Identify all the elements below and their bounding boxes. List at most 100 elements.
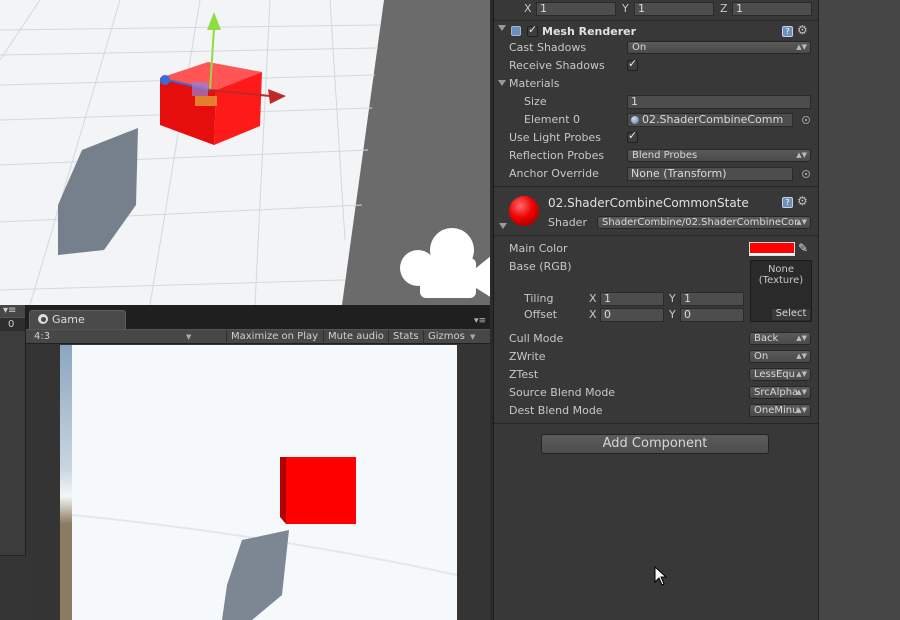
main-color-swatch[interactable] — [749, 242, 795, 256]
eyedropper-icon[interactable]: ✎ — [798, 241, 808, 255]
tiling-x-field[interactable]: 1 — [600, 292, 664, 306]
foldout-icon[interactable] — [498, 80, 506, 86]
scale-x-label: X — [524, 2, 532, 15]
chevron-updown-icon: ▲▼ — [796, 406, 807, 414]
chevron-updown-icon: ▲▼ — [796, 388, 807, 396]
component-title: Mesh Renderer — [542, 25, 637, 38]
scene-viewport-canvas[interactable] — [0, 0, 490, 305]
materials-label: Materials — [509, 77, 560, 90]
foldout-icon[interactable] — [499, 223, 507, 229]
size-field[interactable]: 1 — [627, 95, 811, 109]
dest-blend-dropdown[interactable]: OneMinu ▲▼ — [749, 404, 811, 417]
cull-mode-dropdown[interactable]: Back ▲▼ — [749, 332, 811, 345]
materials-row[interactable]: Materials — [494, 75, 819, 93]
game-tabbar: Game ▾≡ — [26, 305, 490, 329]
shader-dropdown[interactable]: ShaderCombine/02.ShaderCombineCor ▲▼ — [597, 216, 811, 229]
main-color-label: Main Color — [509, 242, 568, 255]
object-picker-icon[interactable] — [802, 116, 810, 124]
game-render-canvas[interactable] — [72, 345, 457, 620]
help-icon[interactable]: ? — [782, 197, 793, 208]
game-toolbar: 4:3 ▼ Maximize on Play Mute audio Stats … — [26, 329, 490, 344]
scale-y-field[interactable]: 1 — [634, 2, 714, 16]
gear-icon[interactable]: ⚙ — [797, 194, 808, 208]
panel-block — [0, 555, 26, 620]
aspect-ratio-select[interactable]: 4:3 — [34, 330, 194, 344]
reflection-probes-value: Blend Probes — [632, 150, 698, 161]
use-light-probes-row: Use Light Probes ✓ — [494, 129, 819, 147]
stats-button[interactable]: Stats — [388, 330, 423, 344]
scale-z-field[interactable]: 1 — [732, 2, 812, 16]
add-component-button[interactable]: Add Component — [541, 434, 769, 454]
cull-mode-label: Cull Mode — [509, 332, 564, 345]
base-texture-label: Base (RGB) — [509, 260, 572, 273]
source-blend-row: Source Blend Mode SrcAlpha ▲▼ — [494, 384, 819, 402]
material-name: 02.ShaderCombineCommonState — [548, 196, 749, 210]
reflection-probes-dropdown[interactable]: Blend Probes ▲▼ — [627, 149, 811, 162]
source-blend-label: Source Blend Mode — [509, 386, 616, 399]
tab-game[interactable]: Game — [29, 310, 126, 329]
panel-menu-icon[interactable]: ▾≡ — [0, 305, 25, 317]
source-blend-dropdown[interactable]: SrcAlpha ▲▼ — [749, 386, 811, 399]
foldout-icon[interactable] — [498, 25, 506, 31]
ztest-label: ZTest — [509, 368, 539, 381]
texture-none-label: None (Texture) — [758, 264, 804, 286]
maximize-on-play-button[interactable]: Maximize on Play — [226, 330, 322, 344]
chevron-updown-icon: ▲▼ — [796, 43, 807, 51]
mesh-renderer-header[interactable]: ✓ Mesh Renderer ? ⚙ — [494, 22, 819, 40]
object-picker-icon[interactable] — [802, 170, 810, 178]
offset-label: Offset — [524, 308, 558, 321]
cull-mode-row: Cull Mode Back ▲▼ — [494, 330, 819, 348]
use-light-probes-checkbox[interactable]: ✓ — [627, 130, 638, 143]
ztest-dropdown[interactable]: LessEqu ▲▼ — [749, 368, 811, 381]
gizmos-button[interactable]: Gizmos — [423, 330, 469, 344]
element0-row: Element 0 02.ShaderCombineComm — [494, 111, 819, 129]
offset-row: Offset X 0 Y 0 — [494, 306, 819, 324]
anchor-override-label: Anchor Override — [509, 167, 599, 180]
element0-label: Element 0 — [524, 113, 581, 126]
receive-shadows-checkbox[interactable]: ✓ — [627, 58, 638, 71]
element0-field[interactable]: 02.ShaderCombineComm — [627, 113, 793, 127]
help-icon[interactable]: ? — [782, 26, 793, 37]
tiling-y-label: Y — [669, 292, 676, 305]
offset-y-label: Y — [669, 308, 676, 321]
cast-shadows-dropdown[interactable]: On ▲▼ — [627, 41, 811, 54]
use-light-probes-label: Use Light Probes — [509, 131, 601, 144]
tiling-x-label: X — [589, 292, 597, 305]
receive-shadows-label: Receive Shadows — [509, 59, 605, 72]
offset-x-label: X — [589, 308, 597, 321]
skybox-edge — [60, 345, 72, 620]
scale-x-field[interactable]: 1 — [536, 2, 616, 16]
element0-value: 02.ShaderCombineComm — [642, 113, 784, 126]
offset-y-field[interactable]: 0 — [680, 308, 744, 322]
material-header[interactable]: 02.ShaderCombineCommonState ? ⚙ Shader S… — [494, 190, 819, 235]
scale-y-label: Y — [622, 2, 629, 15]
reflection-probes-row: Reflection Probes Blend Probes ▲▼ — [494, 147, 819, 165]
receive-shadows-row: Receive Shadows ✓ — [494, 57, 819, 75]
panel-menu-icon[interactable]: ▾≡ — [474, 317, 486, 326]
anchor-override-row: Anchor Override None (Transform) — [494, 165, 819, 183]
cast-shadows-row: Cast Shadows On ▲▼ — [494, 39, 819, 57]
chevron-updown-icon: ▲▼ — [796, 334, 807, 342]
zwrite-dropdown[interactable]: On ▲▼ — [749, 350, 811, 363]
offset-x-field[interactable]: 0 — [600, 308, 664, 322]
game-view: Game ▾≡ 4:3 ▼ Maximize on Play Mute audi… — [26, 305, 490, 620]
tiling-y-field[interactable]: 1 — [680, 292, 744, 306]
gear-icon[interactable]: ⚙ — [797, 23, 808, 37]
size-label: Size — [524, 95, 547, 108]
game-cube — [280, 457, 356, 524]
mesh-renderer-enabled-checkbox[interactable]: ✓ — [527, 24, 538, 37]
anchor-override-field[interactable]: None (Transform) — [627, 167, 793, 181]
ztest-row: ZTest LessEqu ▲▼ — [494, 366, 819, 384]
right-panel-edge — [818, 0, 900, 620]
hierarchy-panel-edge: ▾≡ 0 — [0, 305, 26, 620]
reflection-probes-label: Reflection Probes — [509, 149, 605, 162]
mouse-cursor-icon — [654, 566, 668, 586]
zwrite-value: On — [754, 351, 769, 362]
hierarchy-counter: 0 — [0, 317, 25, 331]
mute-audio-button[interactable]: Mute audio — [323, 330, 388, 344]
scene-view[interactable] — [0, 0, 490, 305]
chevron-updown-icon: ▲▼ — [796, 370, 807, 378]
ztest-value: LessEqu — [754, 369, 795, 380]
unity-editor-window: ▾≡ 0 Game ▾≡ 4:3 ▼ Maximize on Play Mute… — [0, 0, 900, 620]
chevron-updown-icon: ▲▼ — [796, 352, 807, 360]
